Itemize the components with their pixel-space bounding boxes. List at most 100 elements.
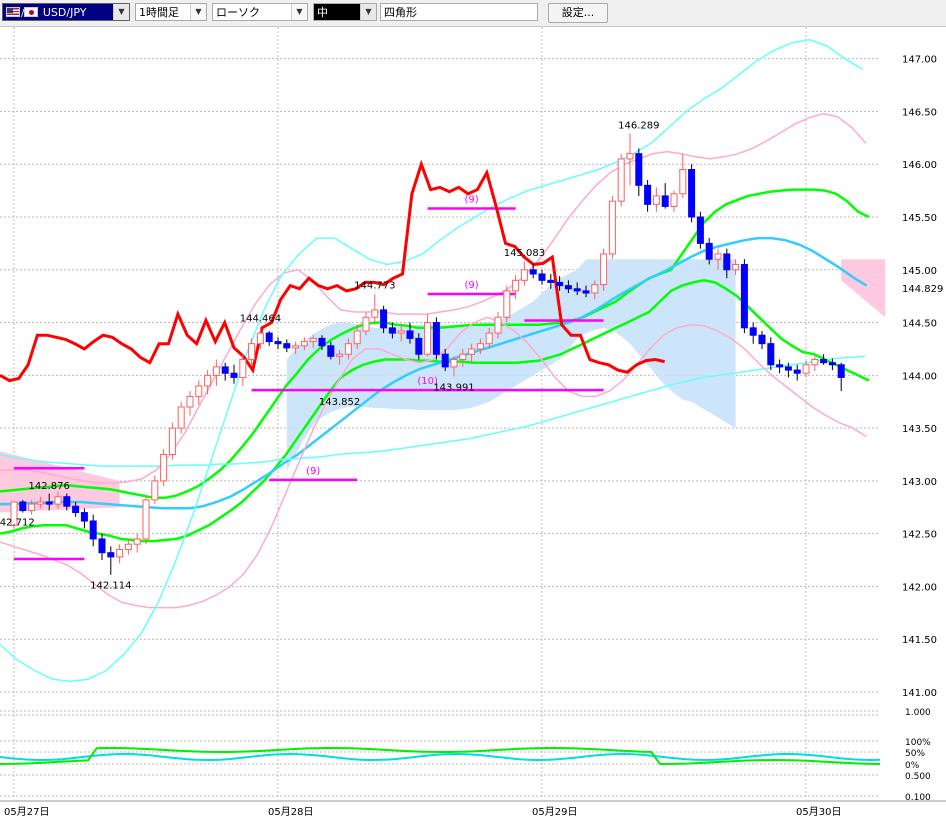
- candle-body: [107, 552, 115, 558]
- candle-body: [265, 332, 273, 343]
- candle-body: [380, 309, 388, 329]
- candle-body: [758, 334, 766, 345]
- candle-body: [344, 343, 352, 355]
- candle-body: [327, 345, 335, 357]
- candle-body: [459, 353, 467, 361]
- y-tick-label: 141.50: [902, 635, 937, 646]
- y-tick-label: 145.00: [902, 266, 937, 277]
- candle-body: [362, 316, 370, 332]
- candle-body: [204, 374, 212, 387]
- candle-body: [80, 512, 88, 522]
- candle-body: [670, 193, 678, 207]
- price-annotation: 146.289: [618, 121, 659, 132]
- chart-type-select[interactable]: ローソク ▼: [212, 3, 308, 21]
- candle-body: [661, 195, 669, 207]
- candle-body: [415, 337, 423, 355]
- sub-level-label: 50%: [905, 749, 925, 759]
- chevron-down-icon[interactable]: ▼: [190, 4, 206, 20]
- shape-field[interactable]: 四角形: [380, 3, 538, 21]
- candle-body: [168, 427, 176, 456]
- candle-body: [124, 543, 132, 551]
- candle-body: [802, 364, 810, 374]
- candle-body: [432, 322, 440, 355]
- candle-body: [160, 454, 168, 482]
- candle-body: [547, 279, 555, 283]
- current-price-label: 144.829: [902, 284, 943, 295]
- candle-body: [776, 364, 784, 368]
- candle-body: [652, 195, 660, 205]
- candle-body: [468, 348, 476, 355]
- sub-level-label: 100%: [905, 738, 931, 748]
- timeframe-select[interactable]: 1時間足 ▼: [135, 3, 207, 21]
- candle-body: [72, 505, 80, 514]
- candle-body: [564, 285, 572, 290]
- candle-body: [494, 316, 502, 334]
- candle-body: [529, 269, 537, 275]
- symbol-select[interactable]: / USD/JPY ▼: [2, 3, 130, 21]
- candle-body: [679, 169, 687, 195]
- y-tick-label: 144.00: [902, 371, 937, 382]
- price-annotation: 144.773: [354, 281, 395, 292]
- candle-body: [811, 359, 819, 366]
- candle-body: [617, 158, 625, 202]
- chevron-down-icon[interactable]: ▼: [291, 4, 307, 20]
- price-chart[interactable]: (9)(9)(10)(9) 146.289145.083144.773144.4…: [0, 27, 946, 821]
- candle-body: [714, 253, 722, 260]
- price-annotation: 142.114: [90, 580, 131, 591]
- candle-body: [151, 480, 159, 501]
- candle-body: [248, 343, 256, 360]
- candle-body: [512, 279, 520, 292]
- candle-body: [538, 273, 546, 281]
- candle-body: [476, 343, 484, 350]
- candle-body: [19, 501, 27, 511]
- sub-level-label: 1.000: [905, 708, 931, 718]
- x-tick-label: 05月27日: [4, 806, 49, 818]
- candle-body: [723, 253, 731, 271]
- price-annotation: 142.876: [29, 481, 70, 492]
- candle-body: [644, 184, 652, 205]
- candle-body: [309, 337, 317, 343]
- shape-label: 四角形: [384, 6, 417, 19]
- y-tick-label: 145.50: [902, 213, 937, 224]
- candle-body: [371, 309, 379, 318]
- candle-body: [732, 264, 740, 271]
- candle-body: [450, 359, 458, 368]
- candle-body: [230, 372, 238, 378]
- candle-body: [626, 153, 634, 160]
- grid: [0, 27, 880, 797]
- indicator-line: [0, 279, 870, 543]
- candle-body: [89, 520, 97, 540]
- candle-body: [441, 353, 449, 368]
- candle-body: [353, 330, 361, 345]
- candle-body: [274, 341, 282, 345]
- sub-level-label: 0.500: [905, 772, 931, 782]
- chevron-down-icon[interactable]: ▼: [360, 4, 376, 20]
- level-label: (9): [306, 466, 320, 477]
- chevron-down-icon[interactable]: ▼: [113, 4, 129, 20]
- candle-body: [600, 253, 608, 286]
- candle-body: [573, 288, 581, 292]
- settings-button[interactable]: 設定...: [548, 3, 608, 23]
- x-tick-label: 05月29日: [532, 806, 577, 818]
- candle-body: [45, 501, 53, 505]
- candle-body: [767, 343, 775, 366]
- y-tick-label: 142.00: [902, 582, 937, 593]
- candle-body: [784, 366, 792, 371]
- candle-body: [424, 322, 432, 355]
- candle-body: [635, 153, 643, 186]
- candle-body: [397, 330, 405, 334]
- candle-body: [239, 359, 247, 378]
- size-select[interactable]: 中 ▼: [313, 3, 377, 21]
- candle-body: [300, 341, 308, 347]
- indicator-line: [0, 112, 867, 484]
- candle-body: [221, 366, 229, 374]
- candle-body: [318, 337, 326, 347]
- jp-flag-icon: [24, 7, 39, 17]
- candle-body: [793, 369, 801, 374]
- candle-body: [582, 290, 590, 294]
- y-tick-label: 143.50: [902, 424, 937, 435]
- y-tick-label: 146.00: [902, 160, 937, 171]
- candle-body: [556, 281, 564, 287]
- y-tick-label: 144.50: [902, 319, 937, 330]
- candle-body: [503, 290, 511, 318]
